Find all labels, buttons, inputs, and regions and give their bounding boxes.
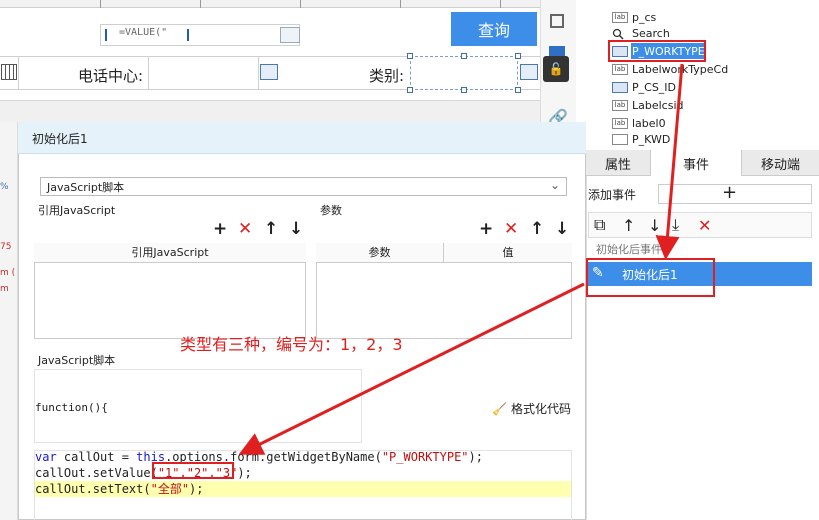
formula-dropdown-icon[interactable] [280,27,300,43]
strip-text: 75 [0,242,12,252]
tree-item-label: P_KWD [632,132,671,146]
arrow-down-icon[interactable]: ↓ [555,219,569,239]
plus-icon[interactable]: + [722,182,737,203]
formula-cell[interactable]: =VALUE(" [100,24,300,46]
code-line-1: var callOut = this.options.form.getWidge… [35,449,483,465]
formula-text: =VALUE(" [119,27,168,38]
resize-handle[interactable] [515,87,521,93]
cell-divider [148,56,149,90]
ref-js-header: 引用JavaScript [34,243,306,263]
lock-icon[interactable]: 🔓 [543,56,569,82]
function-text: function(){ [35,401,108,414]
broom-icon: 🧹 [492,402,507,416]
table-icon [612,133,628,145]
code-token: ); [468,450,483,464]
annotation-box [586,258,715,297]
square-icon[interactable] [550,14,564,28]
resize-handle[interactable] [461,53,467,59]
script-type-select[interactable]: JavaScript脚本 [40,177,567,196]
tab-events[interactable]: 事件 [650,150,742,176]
type-label: 类别: [369,67,405,85]
code-token: ); [189,482,204,496]
arrow-up-icon[interactable]: ↑ [264,219,278,239]
tree-item[interactable]: lab LabelworkTypeCd [612,60,728,78]
tree-item-label: Labelcsid [632,98,684,112]
horizontal-ruler [0,0,540,8]
code-token: ); [237,466,252,480]
resize-handle[interactable] [407,53,413,59]
code-token: callOut.setValue( [35,466,158,480]
label-icon: lab [612,99,628,111]
tab-properties[interactable]: 属性 [586,150,650,176]
cell-divider [258,56,259,90]
tree-item-label: Search [632,26,670,40]
param-header: 参数 [316,243,444,263]
add-ref-icon[interactable]: + [213,219,227,239]
strip-text: % [0,182,9,192]
dialog-title: 初始化后1 [18,122,586,154]
tree-item-label: P_CS_ID [632,80,677,94]
dropdown-widget-icon [612,81,628,93]
arrow-down-icon[interactable]: ↓ [648,212,661,238]
add-param-icon[interactable]: + [479,219,493,239]
properties-panel [586,150,819,520]
tree-item-label: p_cs [632,10,657,24]
value-header: 值 [444,243,572,263]
annotation-text: 类型有三种，编号为：1，2，3 [180,335,403,354]
label-icon: lab [612,63,628,75]
chevron-down-icon[interactable]: ⌄ [550,178,560,192]
strip-text: m [0,284,9,294]
arrow-down-icon[interactable]: ↓ [289,219,303,239]
tree-item[interactable]: P_KWD [612,132,670,146]
delete-param-icon[interactable]: ✕ [504,219,518,239]
left-grid-strip: % 75 m ( m [0,122,18,520]
format-code-label: 格式化代码 [510,402,571,416]
resize-handle[interactable] [407,87,413,93]
strip-text: m ( [0,268,16,278]
resize-handle[interactable] [461,87,467,93]
delete-ref-icon[interactable]: ✕ [238,219,252,239]
code-token: "P_WORKTYPE" [381,450,469,464]
code-token: var [35,450,57,464]
annotation-box [608,40,706,62]
label-icon: lab [612,11,628,23]
tree-item-label: label0 [632,116,666,130]
query-button[interactable]: 查询 [451,12,537,46]
code-token: "全部" [150,482,190,496]
code-line-3: callOut.setText("全部"); [35,481,204,497]
column-header-bar [0,100,540,122]
annotation-box [152,462,234,479]
arrow-up-icon[interactable]: ↑ [530,219,544,239]
delete-icon[interactable]: ✕ [698,212,711,238]
calendar-icon[interactable] [1,64,17,80]
ref-js-label: 引用JavaScript [38,204,116,217]
tree-item[interactable]: P_CS_ID [612,78,676,96]
arrow-up-icon[interactable]: ↑ [622,212,635,238]
format-code-button[interactable]: 🧹 格式化代码 [492,400,571,417]
tab-mobile[interactable]: 移动端 [742,150,819,176]
phone-center-dropdown-icon[interactable] [260,64,278,80]
params-label: 参数 [320,204,342,217]
phone-center-label: 电话中心: [78,67,144,85]
tree-item[interactable]: lab Labelcsid [612,96,684,114]
cell-divider [18,56,19,90]
type-dropdown-icon[interactable] [520,64,538,80]
code-token: callOut = [56,450,137,464]
event-group-label: 初始化后事件 [596,243,662,256]
label-icon: lab [612,117,628,129]
type-select-widget[interactable] [410,56,518,90]
add-event-label: 添加事件 [588,188,637,202]
tree-item-label: LabelworkTypeCd [632,62,729,76]
code-token: callOut.setText( [35,482,151,496]
search-icon [612,28,628,40]
copy-icon[interactable]: ⧉ [594,212,605,238]
resize-handle[interactable] [515,53,521,59]
js-script-label: JavaScript脚本 [38,354,116,367]
move-bottom-icon[interactable]: ⤓ [672,212,679,238]
tree-item[interactable]: lab label0 [612,114,666,132]
